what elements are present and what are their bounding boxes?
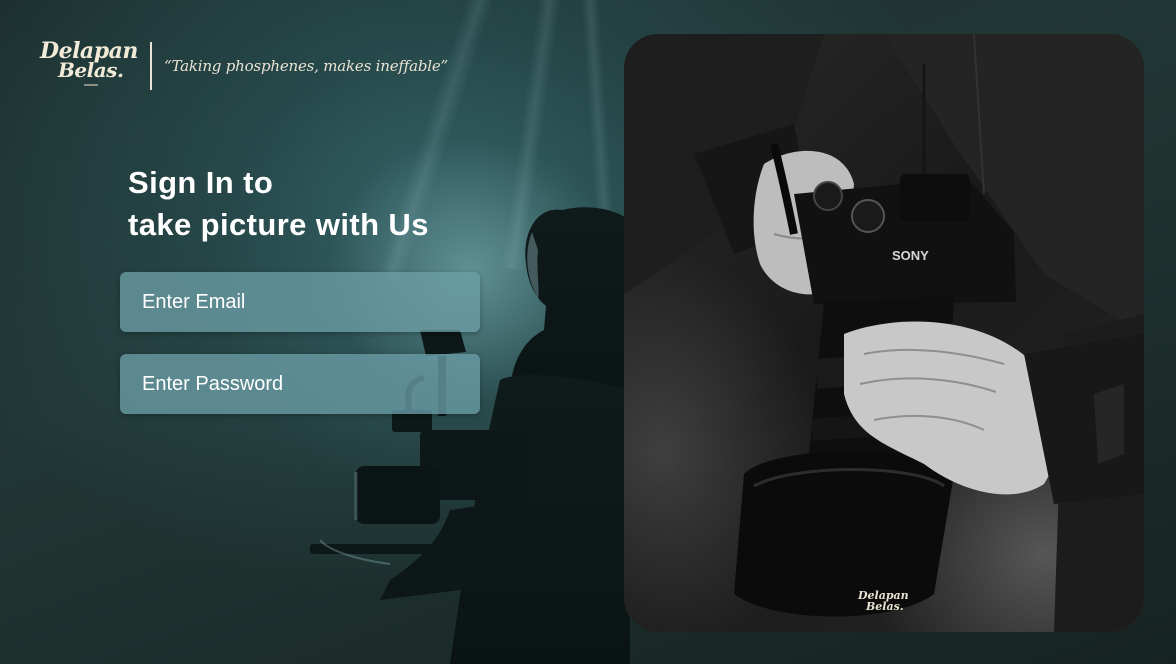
camera-brand-text: SONY [892,248,929,263]
email-field[interactable] [120,272,480,332]
camera-photo-illustration: SONY [624,34,1144,632]
logo-text-line2: Belas. [58,58,124,82]
watermark-line2: Belas. [866,600,904,613]
signin-heading-line2: take picture with Us [128,207,429,242]
brand-divider [150,42,152,90]
sign-in-page: Delapan Belas. “Taking phosphenes, makes… [0,0,1176,664]
password-field[interactable] [120,354,480,414]
videographer-silhouette [310,207,630,664]
signin-heading: Sign In to take picture with Us [128,162,429,246]
logo-underline [84,84,98,86]
hero-photo-card: SONY Delapan Belas. [624,34,1144,632]
brand-logo[interactable]: Delapan Belas. [38,38,138,94]
signin-heading-line1: Sign In to [128,165,274,200]
brand-header: Delapan Belas. “Taking phosphenes, makes… [38,38,448,94]
brand-tagline: “Taking phosphenes, makes ineffable” [164,57,448,75]
photo-watermark-logo: Delapan Belas. [858,590,909,618]
